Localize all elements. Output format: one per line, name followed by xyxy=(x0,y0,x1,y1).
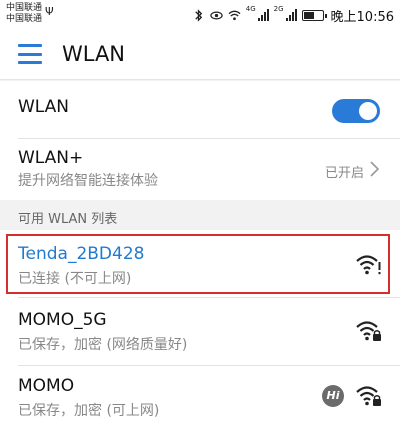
battery-icon xyxy=(301,9,327,21)
signal-1-icon xyxy=(257,9,269,21)
chevron-right-icon xyxy=(370,161,380,177)
wlan-switch[interactable] xyxy=(332,99,380,123)
signal-label-2g: 2G xyxy=(273,5,284,13)
signal-2-icon xyxy=(285,9,297,21)
wifi-locked-icon xyxy=(356,386,381,406)
wlan-label: WLAN xyxy=(18,97,70,117)
wlan-plus-state: 已开启 xyxy=(324,166,364,181)
network-row[interactable]: MOMO 已保存，加密 (可上网) Hi xyxy=(0,366,400,435)
wlan-plus-label: WLAN+ xyxy=(18,148,84,168)
wlan-plus-row[interactable]: WLAN+ 提升网络智能连接体验 已开启 xyxy=(0,139,400,200)
section-title: 可用 WLAN 列表 xyxy=(18,212,118,227)
status-icons: 4G 2G 晚上10:56 xyxy=(192,5,394,25)
clock: 晚上10:56 xyxy=(330,9,394,25)
highlight-box xyxy=(6,234,390,294)
carrier-1: 中国联通 xyxy=(6,3,43,13)
hilink-badge-icon: Hi xyxy=(322,385,344,407)
bluetooth-icon xyxy=(195,8,202,22)
network-ssid: MOMO_5G xyxy=(18,310,107,330)
battery-fill xyxy=(303,11,314,19)
section-header: 可用 WLAN 列表 xyxy=(0,200,400,230)
network-status: 已保存，加密 (网络质量好) xyxy=(18,337,188,353)
wifi-locked-icon xyxy=(356,321,381,341)
app-bar: WLAN xyxy=(0,30,400,80)
carrier-2: 中国联通 xyxy=(6,14,43,24)
usb-icon: Ψ xyxy=(45,5,54,18)
wifi-status-icon xyxy=(228,10,241,20)
switch-knob xyxy=(359,102,377,120)
carrier-names: 中国联通 中国联通 xyxy=(6,3,42,25)
signal-label-4g: 4G xyxy=(245,5,256,13)
network-row[interactable]: MOMO_5G 已保存，加密 (网络质量好) xyxy=(0,298,400,366)
network-ssid: MOMO xyxy=(18,376,75,396)
page-title: WLAN xyxy=(62,42,126,66)
wlan-plus-subtitle: 提升网络智能连接体验 xyxy=(18,173,158,189)
menu-icon[interactable] xyxy=(18,44,42,64)
eye-comfort-icon xyxy=(210,11,223,19)
network-status: 已保存，加密 (可上网) xyxy=(18,403,160,419)
wlan-toggle-row[interactable]: WLAN xyxy=(0,81,400,139)
status-bar: 中国联通 中国联通 Ψ 4G 2G 晚上10:56 xyxy=(0,0,400,30)
